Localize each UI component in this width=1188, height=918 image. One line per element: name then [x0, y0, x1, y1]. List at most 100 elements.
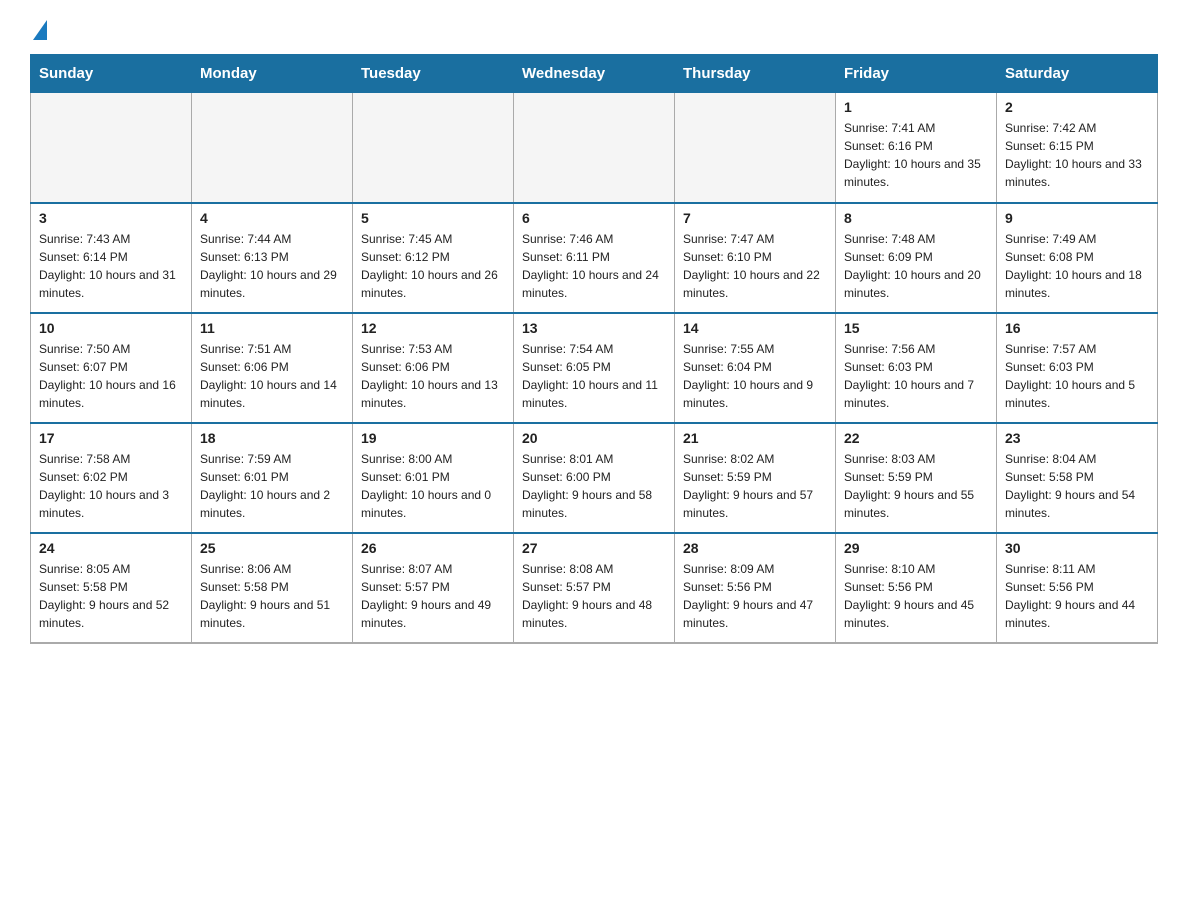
- day-number: 8: [844, 210, 988, 226]
- logo-triangle-icon: [33, 20, 47, 40]
- page-header: [30, 20, 1158, 34]
- calendar-cell: 29 Sunrise: 8:10 AMSunset: 5:56 PMDaylig…: [836, 533, 997, 643]
- calendar-cell: [675, 93, 836, 203]
- day-number: 11: [200, 320, 344, 336]
- calendar-cell: 1 Sunrise: 7:41 AMSunset: 6:16 PMDayligh…: [836, 93, 997, 203]
- day-number: 17: [39, 430, 183, 446]
- day-header-thursday: Thursday: [675, 55, 836, 93]
- day-number: 6: [522, 210, 666, 226]
- calendar-cell: 12 Sunrise: 7:53 AMSunset: 6:06 PMDaylig…: [353, 313, 514, 423]
- day-number: 21: [683, 430, 827, 446]
- day-info: Sunrise: 7:48 AMSunset: 6:09 PMDaylight:…: [844, 232, 981, 300]
- calendar-cell: 13 Sunrise: 7:54 AMSunset: 6:05 PMDaylig…: [514, 313, 675, 423]
- day-number: 23: [1005, 430, 1149, 446]
- day-number: 13: [522, 320, 666, 336]
- day-number: 16: [1005, 320, 1149, 336]
- day-info: Sunrise: 8:06 AMSunset: 5:58 PMDaylight:…: [200, 562, 330, 630]
- calendar-table: SundayMondayTuesdayWednesdayThursdayFrid…: [30, 54, 1158, 644]
- day-info: Sunrise: 7:46 AMSunset: 6:11 PMDaylight:…: [522, 232, 659, 300]
- calendar-header-row: SundayMondayTuesdayWednesdayThursdayFrid…: [31, 55, 1158, 93]
- calendar-cell: 2 Sunrise: 7:42 AMSunset: 6:15 PMDayligh…: [997, 93, 1158, 203]
- day-info: Sunrise: 8:10 AMSunset: 5:56 PMDaylight:…: [844, 562, 974, 630]
- day-number: 24: [39, 540, 183, 556]
- calendar-cell: [31, 93, 192, 203]
- calendar-cell: [192, 93, 353, 203]
- day-header-wednesday: Wednesday: [514, 55, 675, 93]
- day-info: Sunrise: 7:44 AMSunset: 6:13 PMDaylight:…: [200, 232, 337, 300]
- calendar-cell: 10 Sunrise: 7:50 AMSunset: 6:07 PMDaylig…: [31, 313, 192, 423]
- calendar-cell: 16 Sunrise: 7:57 AMSunset: 6:03 PMDaylig…: [997, 313, 1158, 423]
- calendar-cell: 17 Sunrise: 7:58 AMSunset: 6:02 PMDaylig…: [31, 423, 192, 533]
- day-info: Sunrise: 7:57 AMSunset: 6:03 PMDaylight:…: [1005, 342, 1135, 410]
- day-info: Sunrise: 7:54 AMSunset: 6:05 PMDaylight:…: [522, 342, 658, 410]
- calendar-cell: 7 Sunrise: 7:47 AMSunset: 6:10 PMDayligh…: [675, 203, 836, 313]
- calendar-cell: 6 Sunrise: 7:46 AMSunset: 6:11 PMDayligh…: [514, 203, 675, 313]
- day-number: 3: [39, 210, 183, 226]
- day-header-saturday: Saturday: [997, 55, 1158, 93]
- day-info: Sunrise: 7:42 AMSunset: 6:15 PMDaylight:…: [1005, 121, 1142, 189]
- calendar-cell: 18 Sunrise: 7:59 AMSunset: 6:01 PMDaylig…: [192, 423, 353, 533]
- day-header-friday: Friday: [836, 55, 997, 93]
- day-info: Sunrise: 7:41 AMSunset: 6:16 PMDaylight:…: [844, 121, 981, 189]
- calendar-cell: 4 Sunrise: 7:44 AMSunset: 6:13 PMDayligh…: [192, 203, 353, 313]
- day-info: Sunrise: 8:07 AMSunset: 5:57 PMDaylight:…: [361, 562, 491, 630]
- calendar-cell: 28 Sunrise: 8:09 AMSunset: 5:56 PMDaylig…: [675, 533, 836, 643]
- calendar-cell: 27 Sunrise: 8:08 AMSunset: 5:57 PMDaylig…: [514, 533, 675, 643]
- day-info: Sunrise: 7:56 AMSunset: 6:03 PMDaylight:…: [844, 342, 974, 410]
- day-info: Sunrise: 7:50 AMSunset: 6:07 PMDaylight:…: [39, 342, 176, 410]
- day-info: Sunrise: 8:08 AMSunset: 5:57 PMDaylight:…: [522, 562, 652, 630]
- calendar-cell: 22 Sunrise: 8:03 AMSunset: 5:59 PMDaylig…: [836, 423, 997, 533]
- calendar-week-3: 10 Sunrise: 7:50 AMSunset: 6:07 PMDaylig…: [31, 313, 1158, 423]
- day-number: 9: [1005, 210, 1149, 226]
- day-number: 25: [200, 540, 344, 556]
- calendar-cell: [353, 93, 514, 203]
- day-info: Sunrise: 7:43 AMSunset: 6:14 PMDaylight:…: [39, 232, 176, 300]
- day-number: 18: [200, 430, 344, 446]
- day-info: Sunrise: 8:04 AMSunset: 5:58 PMDaylight:…: [1005, 452, 1135, 520]
- calendar-cell: 20 Sunrise: 8:01 AMSunset: 6:00 PMDaylig…: [514, 423, 675, 533]
- calendar-week-1: 1 Sunrise: 7:41 AMSunset: 6:16 PMDayligh…: [31, 93, 1158, 203]
- day-info: Sunrise: 8:05 AMSunset: 5:58 PMDaylight:…: [39, 562, 169, 630]
- day-number: 28: [683, 540, 827, 556]
- day-number: 30: [1005, 540, 1149, 556]
- day-info: Sunrise: 8:09 AMSunset: 5:56 PMDaylight:…: [683, 562, 813, 630]
- day-number: 2: [1005, 99, 1149, 115]
- day-info: Sunrise: 7:51 AMSunset: 6:06 PMDaylight:…: [200, 342, 337, 410]
- calendar-cell: 21 Sunrise: 8:02 AMSunset: 5:59 PMDaylig…: [675, 423, 836, 533]
- day-number: 4: [200, 210, 344, 226]
- calendar-cell: 9 Sunrise: 7:49 AMSunset: 6:08 PMDayligh…: [997, 203, 1158, 313]
- day-info: Sunrise: 7:58 AMSunset: 6:02 PMDaylight:…: [39, 452, 169, 520]
- calendar-cell: 30 Sunrise: 8:11 AMSunset: 5:56 PMDaylig…: [997, 533, 1158, 643]
- day-info: Sunrise: 8:11 AMSunset: 5:56 PMDaylight:…: [1005, 562, 1135, 630]
- calendar-cell: 24 Sunrise: 8:05 AMSunset: 5:58 PMDaylig…: [31, 533, 192, 643]
- day-number: 20: [522, 430, 666, 446]
- calendar-week-2: 3 Sunrise: 7:43 AMSunset: 6:14 PMDayligh…: [31, 203, 1158, 313]
- calendar-cell: 8 Sunrise: 7:48 AMSunset: 6:09 PMDayligh…: [836, 203, 997, 313]
- calendar-cell: 14 Sunrise: 7:55 AMSunset: 6:04 PMDaylig…: [675, 313, 836, 423]
- day-header-monday: Monday: [192, 55, 353, 93]
- day-info: Sunrise: 8:02 AMSunset: 5:59 PMDaylight:…: [683, 452, 813, 520]
- calendar-cell: 15 Sunrise: 7:56 AMSunset: 6:03 PMDaylig…: [836, 313, 997, 423]
- day-number: 22: [844, 430, 988, 446]
- calendar-week-5: 24 Sunrise: 8:05 AMSunset: 5:58 PMDaylig…: [31, 533, 1158, 643]
- day-number: 29: [844, 540, 988, 556]
- calendar-cell: 3 Sunrise: 7:43 AMSunset: 6:14 PMDayligh…: [31, 203, 192, 313]
- calendar-cell: 25 Sunrise: 8:06 AMSunset: 5:58 PMDaylig…: [192, 533, 353, 643]
- day-number: 26: [361, 540, 505, 556]
- calendar-cell: [514, 93, 675, 203]
- day-number: 7: [683, 210, 827, 226]
- day-number: 5: [361, 210, 505, 226]
- day-info: Sunrise: 7:45 AMSunset: 6:12 PMDaylight:…: [361, 232, 498, 300]
- day-info: Sunrise: 7:55 AMSunset: 6:04 PMDaylight:…: [683, 342, 813, 410]
- day-number: 27: [522, 540, 666, 556]
- calendar-week-4: 17 Sunrise: 7:58 AMSunset: 6:02 PMDaylig…: [31, 423, 1158, 533]
- day-number: 15: [844, 320, 988, 336]
- day-number: 19: [361, 430, 505, 446]
- calendar-cell: 11 Sunrise: 7:51 AMSunset: 6:06 PMDaylig…: [192, 313, 353, 423]
- day-header-sunday: Sunday: [31, 55, 192, 93]
- day-info: Sunrise: 8:01 AMSunset: 6:00 PMDaylight:…: [522, 452, 652, 520]
- day-header-tuesday: Tuesday: [353, 55, 514, 93]
- day-info: Sunrise: 7:59 AMSunset: 6:01 PMDaylight:…: [200, 452, 330, 520]
- logo-general-text: [30, 20, 47, 38]
- day-number: 1: [844, 99, 988, 115]
